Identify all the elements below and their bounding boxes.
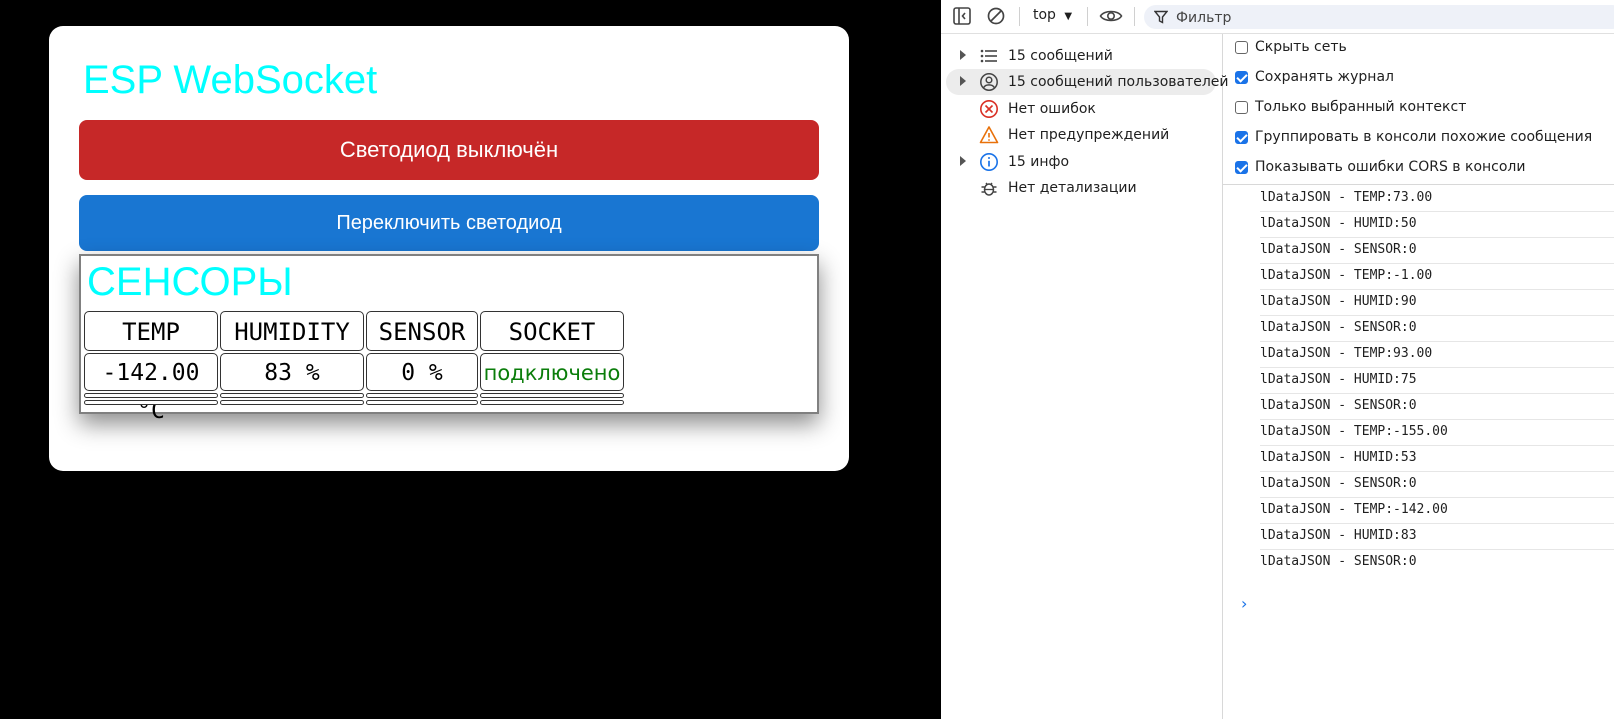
hide-network-checkbox[interactable] [1235,41,1248,54]
socket-status: подключено [480,353,624,391]
sidebar-item-errors[interactable]: Нет ошибок [946,96,1216,122]
empty-row-cell [220,393,364,398]
temp-value: -142.00 °C [84,353,218,424]
live-expression-icon[interactable] [1099,6,1123,26]
led-status-banner: Светодиод выключён [79,120,819,180]
sensor-panel: СЕНСОРЫ TEMP HUMIDITY SENSOR SOCKET -142… [79,254,819,424]
bug-icon [981,182,997,196]
sidebar-item-label: Нет предупреждений [1008,127,1170,143]
error-icon [980,100,998,118]
selected-context-checkbox[interactable] [1235,101,1248,114]
option-label: Только выбранный контекст [1255,99,1467,115]
option-label: Показывать ошибки CORS в консоли [1255,159,1526,175]
empty-row-cell [480,393,624,398]
sensors-title: СЕНСОРЫ [87,260,293,304]
sidebar-item-label: Нет детализации [1008,180,1137,196]
group-similar-checkbox[interactable] [1235,131,1248,144]
preserve-log-checkbox[interactable] [1235,71,1248,84]
esp-page-card: ESP WebSocket Светодиод выключён Переклю… [49,26,849,471]
toolbar-separator [1134,7,1135,26]
empty-row-cell [480,400,624,405]
expand-arrow-icon [960,76,966,86]
filter-box [1144,5,1614,30]
option-label: Сохранять журнал [1255,69,1394,85]
sidebar-item-label: 15 сообщений пользователей [1008,74,1229,90]
warning-icon [979,126,999,144]
header-socket: SOCKET [480,311,624,351]
sidebar-item-label: Нет ошибок [1008,101,1096,117]
sensor-value: 0 % [366,353,478,391]
log-line: lDataJSON - HUMID:53 [1260,446,1614,472]
chevron-down-icon: ▼ [1064,11,1073,22]
log-line: lDataJSON - TEMP:-142.00 [1260,498,1614,524]
humidity-value: 83 % [220,353,364,391]
console-toolbar: top ▼ [941,0,1614,34]
sidebar-item-verbose[interactable]: Нет детализации [946,175,1216,201]
toggle-led-button[interactable]: Переключить светодиод [79,195,819,251]
console-settings: Скрыть сеть Сохранять журнал Только выбр… [1223,34,1614,185]
log-line: lDataJSON - SENSOR:0 [1260,554,1417,569]
sidebar-item-messages[interactable]: 15 сообщений [946,43,1216,69]
log-line: lDataJSON - SENSOR:0 [1260,472,1614,498]
console-sidebar: 15 сообщений 15 сообщений пользователей … [941,34,1229,719]
info-icon [980,153,998,171]
log-line: lDataJSON - TEMP:-1.00 [1260,264,1614,290]
log-line: lDataJSON - HUMID:83 [1260,524,1614,550]
sidebar-item-warnings[interactable]: Нет предупреждений [946,122,1216,148]
empty-row-cell [366,400,478,405]
expand-arrow-icon [960,156,966,166]
devtools-console: top ▼ 15 сообщений [941,0,1614,719]
header-sensor: SENSOR [366,311,478,351]
log-line: lDataJSON - SENSOR:0 [1260,316,1614,342]
filter-input[interactable] [1174,6,1598,30]
context-select[interactable]: top ▼ [1033,7,1072,23]
option-label: Скрыть сеть [1255,39,1347,55]
sidebar-item-label: 15 инфо [1008,154,1070,170]
log-line: lDataJSON - HUMID:90 [1260,290,1614,316]
empty-row-cell [366,393,478,398]
sidebar-item-user-messages[interactable]: 15 сообщений пользователей [946,69,1229,95]
empty-row-cell [84,400,218,405]
filter-icon [1154,10,1168,24]
toolbar-separator [1087,7,1088,26]
log-line: lDataJSON - TEMP:73.00 [1260,186,1614,212]
page-title: ESP WebSocket [83,58,378,102]
header-temp: TEMP [84,311,218,351]
option-label: Группировать в консоли похожие сообщения [1255,129,1593,145]
log-line: lDataJSON - TEMP:93.00 [1260,342,1614,368]
sidebar-item-label: 15 сообщений [1008,48,1113,64]
sidebar-icon[interactable] [952,6,972,26]
user-icon [980,73,998,91]
empty-row-cell [84,393,218,398]
clear-console-icon[interactable] [986,6,1006,26]
console-log: lDataJSON - TEMP:73.00 lDataJSON - HUMID… [1223,186,1614,606]
context-value: top [1033,7,1056,23]
list-icon [980,49,997,63]
sidebar-item-info[interactable]: 15 инфо [946,149,1216,175]
log-line: lDataJSON - HUMID:50 [1260,212,1614,238]
log-line: lDataJSON - HUMID:75 [1260,368,1614,394]
expand-arrow-icon [960,50,966,60]
empty-row-cell [220,400,364,405]
cors-errors-checkbox[interactable] [1235,161,1248,174]
log-line: lDataJSON - SENSOR:0 [1260,394,1614,420]
header-humidity: HUMIDITY [220,311,364,351]
log-line: lDataJSON - TEMP:-155.00 [1260,420,1614,446]
log-line: lDataJSON - SENSOR:0 [1260,238,1614,264]
toolbar-separator [1019,7,1020,26]
console-prompt[interactable]: › [1241,594,1247,613]
